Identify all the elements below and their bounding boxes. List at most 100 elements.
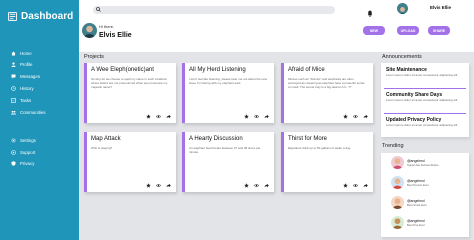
announcements-panel: Site Maintenance Lorem ipsum dolor sit a… <box>381 63 469 137</box>
sidebar-item-label: Home <box>20 51 32 56</box>
history-icon <box>11 86 16 91</box>
announcement-item[interactable]: Site Maintenance Lorem ipsum dolor sit a… <box>386 67 465 78</box>
project-card-desc: Movies such as "Dumbo" and elephants are… <box>288 77 365 89</box>
share-button[interactable]: SHARE <box>428 26 450 35</box>
star-plus-icon[interactable] <box>244 183 249 188</box>
trending-handle: @angelmol <box>407 218 425 223</box>
gear-icon <box>11 138 16 143</box>
project-card-desc: An elephant heart beats between 27 and 4… <box>189 146 261 154</box>
search-input[interactable] <box>93 6 335 14</box>
star-plus-icon[interactable] <box>343 114 348 119</box>
eye-icon[interactable] <box>254 183 259 188</box>
project-card-desc: Who is playing? <box>91 146 113 150</box>
project-card-desc: So why do we choose to spell my name in … <box>91 77 168 89</box>
sidebar-item-settings[interactable]: Settings <box>11 138 36 143</box>
messages-icon <box>11 74 16 79</box>
project-card-title: Thirst for More <box>288 136 328 142</box>
trending-avatar <box>391 196 404 209</box>
project-card-desc: I don't feel like listening, please hear… <box>189 77 267 85</box>
share-icon[interactable] <box>363 114 368 119</box>
eye-icon[interactable] <box>353 114 358 119</box>
sidebar-item-tasks[interactable]: Tasks <box>11 98 31 103</box>
star-plus-icon[interactable] <box>244 114 249 119</box>
project-card[interactable]: Afraid of Mice Movies such as "Dumbo" an… <box>281 63 373 123</box>
shield-icon <box>11 161 16 166</box>
share-icon[interactable] <box>166 114 171 119</box>
card-actions <box>146 183 171 188</box>
sidebar-item-communities[interactable]: Communities <box>11 110 46 115</box>
project-card[interactable]: A Hearty Discussion An elephant heart be… <box>182 132 274 192</box>
trending-panel: @angelmol SuperUser Extraordinaire @ange… <box>381 153 469 237</box>
trending-item[interactable]: @angelmol Best Person Ever <box>391 176 429 189</box>
eye-icon[interactable] <box>254 114 259 119</box>
star-plus-icon[interactable] <box>343 183 348 188</box>
sidebar-item-label: History <box>20 86 34 91</box>
share-icon[interactable] <box>264 114 269 119</box>
card-actions <box>244 183 269 188</box>
trending-text: SuperUser Extraordinaire <box>407 162 439 167</box>
share-icon[interactable] <box>166 183 171 188</box>
sidebar-item-support[interactable]: Support <box>11 150 35 155</box>
project-card-title: A Wee Eleph(onetic)ant <box>91 67 154 73</box>
eye-icon[interactable] <box>156 114 161 119</box>
sidebar-item-profile[interactable]: Profile <box>11 62 32 67</box>
header-username: Elvis Ellie <box>430 5 452 10</box>
greeting: Hi there, <box>99 24 115 29</box>
sidebar-item-label: Messages <box>20 74 41 79</box>
trending-text: Best Pup Ever <box>407 222 425 227</box>
brand-label: Dashboard <box>21 11 74 22</box>
profile-avatar[interactable] <box>82 23 97 38</box>
eye-icon[interactable] <box>156 183 161 188</box>
announcement-item[interactable]: Community Share Days Lorem ipsum dolor s… <box>386 92 465 103</box>
sidebar-item-label: Communities <box>20 110 46 115</box>
tasks-icon <box>11 98 16 103</box>
sidebar-item-history[interactable]: History <box>11 86 34 91</box>
header: Elvis Ellie Hi there, Elvis Ellie NEW UP… <box>79 0 474 52</box>
trending-text: Best Smile Ever <box>407 202 427 207</box>
profile-icon <box>11 62 16 67</box>
trending-avatar <box>391 176 404 189</box>
sidebar-item-messages[interactable]: Messages <box>11 74 40 79</box>
trending-item[interactable]: @angelmol Best Pup Ever <box>391 216 425 229</box>
announcements-title: Announcements <box>382 54 422 60</box>
communities-icon <box>11 110 16 115</box>
sidebar-item-label: Support <box>20 150 36 155</box>
header-avatar[interactable] <box>397 3 408 14</box>
eye-icon[interactable] <box>353 183 358 188</box>
project-card-title: Afraid of Mice <box>288 67 325 73</box>
announcement-desc: Lorem ipsum dolor sit amet consectetur a… <box>386 73 458 77</box>
share-icon[interactable] <box>363 183 368 188</box>
new-button[interactable]: NEW <box>363 26 385 35</box>
project-card[interactable]: All My Herd Listening I don't feel like … <box>182 63 274 123</box>
trending-item[interactable]: @angelmol SuperUser Extraordinaire <box>391 156 439 169</box>
dashboard-icon <box>8 12 17 21</box>
bell-icon[interactable] <box>367 4 373 22</box>
trending-text: Best Person Ever <box>407 182 429 187</box>
trending-item[interactable]: @angelmol Best Smile Ever <box>391 196 427 209</box>
upload-button[interactable]: UPLOAD <box>397 26 419 35</box>
sidebar-item-privacy[interactable]: Privacy <box>11 161 34 166</box>
project-card[interactable]: Map Attack Who is playing? <box>84 132 176 192</box>
announcement-desc: Lorem ipsum dolor sit amet consectetur a… <box>386 123 458 127</box>
card-actions <box>343 114 368 119</box>
support-icon <box>11 150 16 155</box>
sidebar-item-label: Tasks <box>20 98 32 103</box>
share-icon[interactable] <box>264 183 269 188</box>
sidebar: Dashboard Home Profile Messages History … <box>0 0 79 240</box>
brand[interactable]: Dashboard <box>8 11 73 22</box>
divider <box>384 113 466 114</box>
trending-title: Trending <box>382 143 404 149</box>
project-card[interactable]: Thirst for More Elephants drink up to 50… <box>281 132 373 192</box>
project-card[interactable]: A Wee Eleph(onetic)ant So why do we choo… <box>84 63 176 123</box>
sidebar-item-label: Profile <box>20 62 33 67</box>
project-card-title: A Hearty Discussion <box>189 136 243 142</box>
sidebar-item-label: Settings <box>20 138 36 143</box>
sidebar-item-label: Privacy <box>20 161 35 166</box>
sidebar-item-home[interactable]: Home <box>11 51 32 56</box>
star-plus-icon[interactable] <box>146 183 151 188</box>
card-actions <box>146 114 171 119</box>
star-plus-icon[interactable] <box>146 114 151 119</box>
announcement-item[interactable]: Updated Privacy Policy Lorem ipsum dolor… <box>386 117 465 128</box>
home-icon <box>11 51 16 56</box>
page-title: Elvis Ellie <box>99 32 132 39</box>
